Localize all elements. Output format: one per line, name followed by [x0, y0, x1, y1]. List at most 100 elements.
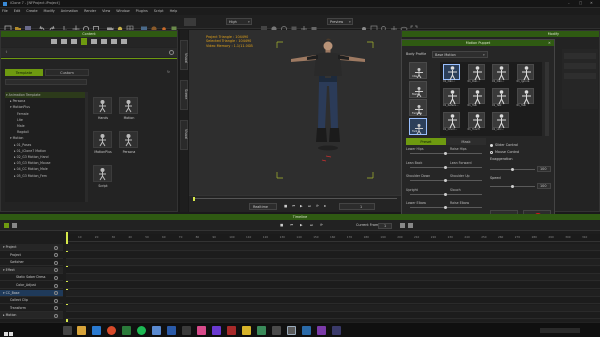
xray-icon[interactable] — [290, 18, 298, 32]
puppet-slider-knob[interactable] — [444, 152, 447, 155]
pick-icon[interactable] — [360, 18, 368, 31]
up-folder-icon[interactable]: ⇧ — [5, 50, 8, 54]
speed-knob[interactable] — [511, 185, 514, 188]
motion-thumb[interactable] — [492, 88, 509, 105]
redo-icon[interactable] — [48, 18, 56, 32]
new-project-icon[interactable] — [4, 18, 12, 33]
render-icon[interactable] — [140, 18, 148, 32]
timeline-lane[interactable] — [66, 312, 600, 320]
timeline-track-icon[interactable] — [12, 223, 17, 228]
side-tab-2[interactable]: Scene — [180, 80, 188, 110]
taskbar-search-icon[interactable] — [63, 326, 72, 335]
menu-item-help[interactable]: Help — [170, 9, 178, 13]
timeline-track-row[interactable]: ▾ Project — [0, 244, 63, 251]
rotate-icon[interactable] — [82, 18, 90, 32]
tab-custom[interactable]: Custom — [45, 69, 89, 76]
play-button[interactable]: ▶ — [300, 204, 303, 208]
puppet-slider-knob[interactable] — [444, 179, 447, 182]
taskbar-app6-icon[interactable] — [242, 326, 251, 335]
timeline-lane[interactable] — [66, 282, 600, 289]
taskbar-app9-icon[interactable] — [302, 326, 311, 335]
menu-item-file[interactable]: File — [2, 9, 8, 13]
track-visibility-icon[interactable] — [54, 283, 58, 288]
content-search-icon[interactable] — [169, 50, 174, 55]
side-tab-1[interactable]: Visual — [180, 40, 188, 70]
system-tray[interactable] — [540, 328, 580, 333]
next-frame-button[interactable]: ⏭ — [308, 204, 311, 208]
display-quality-icon[interactable] — [184, 18, 196, 26]
slider-control-radio[interactable] — [490, 144, 493, 147]
menu-item-plugins[interactable]: Plugins — [136, 9, 148, 13]
timeline-lane[interactable] — [66, 304, 600, 312]
body-profile-dropdown[interactable]: Base Motion ▾ — [432, 51, 488, 58]
projection-icon[interactable] — [310, 18, 318, 31]
tl-prev-button[interactable]: ⏮ — [290, 223, 293, 227]
gi-icon[interactable] — [150, 18, 158, 32]
open-icon[interactable] — [14, 18, 22, 32]
timeline-lane[interactable] — [66, 244, 600, 251]
quality-dropdown[interactable]: High ▾ — [226, 18, 252, 25]
tree-item[interactable]: ▸ 05_G3 Motion_Fem — [5, 172, 85, 178]
timeline-lane[interactable] — [66, 251, 600, 259]
content-settings-icon[interactable] — [121, 39, 127, 44]
gizmo-icon[interactable] — [300, 18, 308, 32]
timeline-add-icon[interactable] — [4, 223, 9, 228]
motion-thumb[interactable] — [443, 112, 460, 129]
pan-icon[interactable] — [390, 18, 398, 32]
taskbar-app4-icon[interactable] — [212, 326, 221, 335]
select-icon[interactable] — [62, 18, 70, 33]
motion-thumb[interactable] — [467, 64, 485, 81]
puppet-slider-knob[interactable] — [444, 165, 447, 169]
minimize-button[interactable]: – — [568, 1, 570, 5]
content-search-input[interactable] — [5, 79, 87, 85]
puppet-slider-knob[interactable] — [444, 192, 447, 196]
mouse-control-radio[interactable] — [490, 151, 493, 154]
track-visibility-icon[interactable] — [54, 275, 58, 280]
content-camera-icon[interactable] — [101, 39, 107, 44]
taskbar-app5-icon[interactable] — [227, 326, 236, 335]
content-tile[interactable] — [93, 131, 112, 148]
menu-item-view[interactable]: View — [102, 9, 110, 13]
motion-thumb[interactable] — [443, 64, 460, 81]
track-visibility-icon[interactable] — [54, 306, 58, 311]
character-figure[interactable] — [289, 38, 367, 158]
content-tile[interactable] — [119, 97, 138, 114]
modify-field-1[interactable] — [564, 53, 596, 59]
exaggeration-field[interactable]: 100 — [537, 166, 551, 172]
content-media-icon[interactable] — [111, 39, 117, 44]
camera-icon[interactable] — [106, 18, 114, 31]
taskbar-explorer-icon[interactable] — [77, 326, 86, 335]
close-button[interactable]: ✕ — [590, 1, 593, 5]
timeline-track-row[interactable]: ▾ CC_Base — [0, 289, 63, 297]
timeline-track-row[interactable]: Collect Clip — [0, 297, 63, 305]
tl-next-button[interactable]: ⏭ — [310, 223, 313, 227]
loop-button[interactable]: ⟳ — [316, 204, 319, 208]
taskbar-app-icon[interactable] — [122, 326, 131, 335]
motion-thumb[interactable] — [467, 112, 485, 129]
tl-play-button[interactable]: ▶ — [300, 223, 303, 227]
scrub-handle[interactable] — [193, 196, 195, 201]
timeline-ruler[interactable]: 10 20 30 40 50 60 70 80 90 100 110 120 130 140 150 160 1… — [66, 234, 600, 242]
profile-thumb[interactable]: Female — [409, 99, 427, 116]
motion-thumb[interactable] — [443, 88, 460, 105]
profile-thumb[interactable]: Male — [409, 80, 427, 98]
timeline-lane[interactable] — [66, 297, 600, 305]
taskbar-app8-icon[interactable] — [272, 326, 281, 335]
taskbar-spotify-icon[interactable] — [137, 326, 146, 335]
timeline-track-row[interactable]: ▸ Motion — [0, 312, 63, 320]
current-frame-field[interactable]: 1 — [378, 222, 392, 229]
timeline-track-row[interactable]: ▾ Effect — [0, 266, 63, 274]
content-tile[interactable] — [119, 131, 138, 148]
track-visibility-icon[interactable] — [54, 245, 58, 250]
viewport-3d[interactable]: Project Triangle : 104490 Selected Trian… — [189, 30, 401, 195]
taskbar-app11-icon[interactable] — [332, 326, 341, 335]
prev-frame-button[interactable]: ⏮ — [292, 204, 295, 208]
menu-item-animation[interactable]: Animation — [61, 9, 78, 13]
profile-thumb[interactable]: Idle — [409, 62, 427, 79]
tl-zoom-icon[interactable] — [400, 223, 405, 228]
tl-settings-icon[interactable] — [408, 223, 413, 228]
windows-start-icon[interactable] — [4, 326, 13, 336]
taskbar-iclone-icon[interactable] — [287, 326, 296, 335]
taskbar-app10-icon[interactable] — [317, 326, 326, 335]
content-tile[interactable] — [93, 165, 112, 182]
